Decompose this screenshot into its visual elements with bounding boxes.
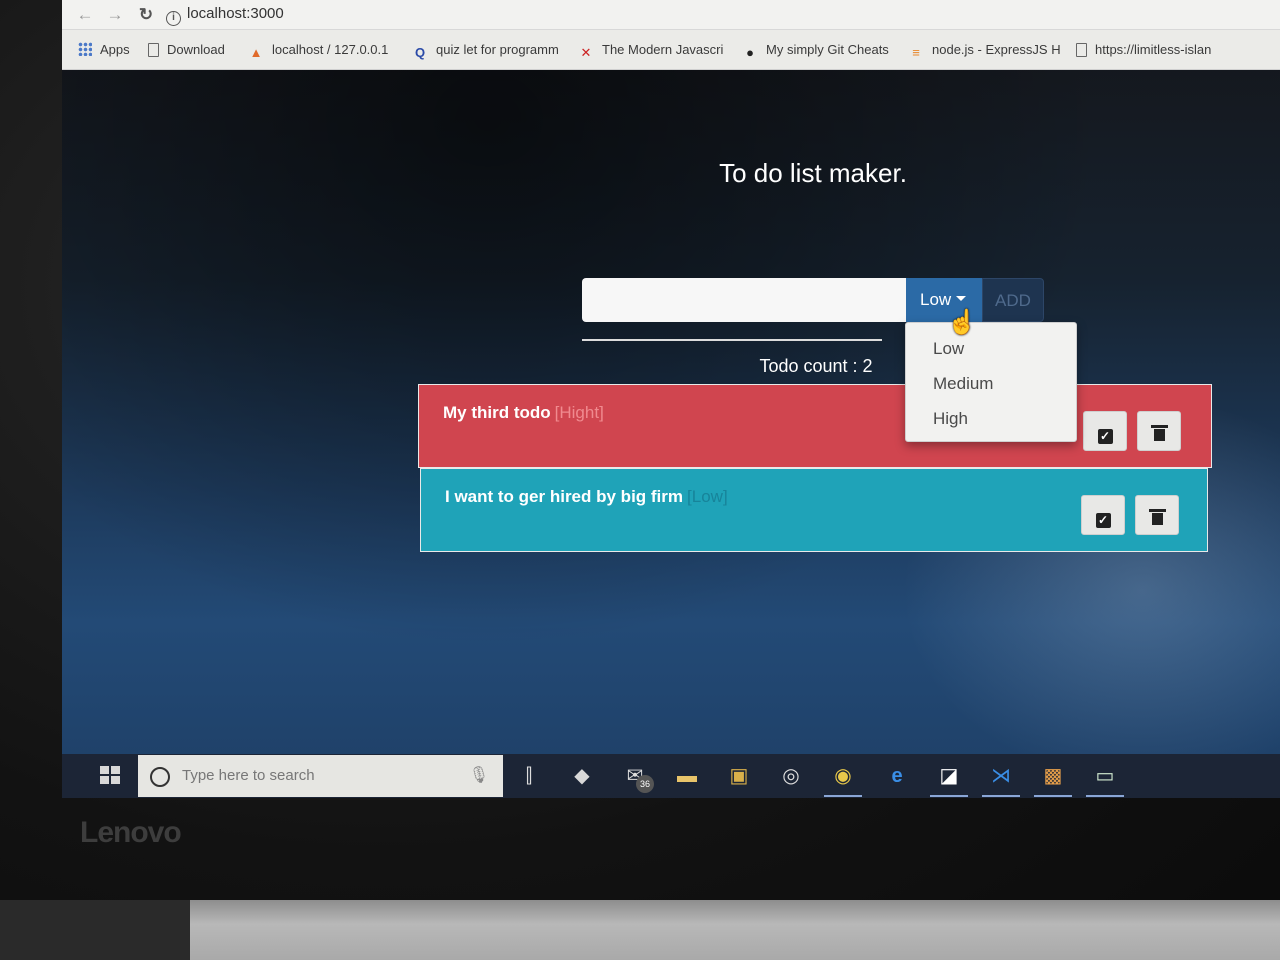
bookmark-apps[interactable]: Apps [78,40,148,60]
vscode-icon[interactable]: ⋊ [982,761,1020,797]
divider [582,339,882,341]
priority-option-medium[interactable]: Medium [906,366,1076,401]
app-icon[interactable]: ▭ [1086,761,1124,797]
reload-icon[interactable]: ↻ [135,4,157,26]
bookmark-quizlet[interactable]: Qquiz let for programm [412,40,564,60]
bookmarks-bar: Apps Download ▲ localhost / 127.0.0.1 Qqu… [62,30,1280,70]
todo-input[interactable] [582,278,906,322]
delete-button[interactable] [1137,411,1181,451]
priority-option-high[interactable]: High [906,401,1076,436]
search-placeholder: Type here to search [182,767,315,784]
bookmark-label: https://limitless-islan [1095,42,1212,57]
cortana-icon [150,767,170,787]
add-button[interactable]: ADD [982,278,1044,322]
bookmark-label: Apps [100,42,130,57]
edge-icon[interactable]: e [882,761,912,791]
complete-button[interactable]: ✓ [1081,495,1125,535]
bookmark-label: My simply Git Cheats [766,42,889,57]
page-icon [1076,43,1087,57]
taskbar-search[interactable]: Type here to search 🎙 [138,755,503,797]
github-icon: ● [746,45,754,60]
bookmark-label: localhost / 127.0.0.1 [272,42,389,57]
bookmark-label: node.js - ExpressJS H [932,42,1060,57]
url-text: localhost:3000 [187,5,284,22]
delete-button[interactable] [1135,495,1179,535]
todo-title: I want to ger hired by big firm [445,487,684,506]
git-icon[interactable]: ◆ [567,761,597,791]
trash-icon [1150,425,1168,441]
priority-dropdown-menu: Low Medium High [905,322,1077,442]
todo-list: My third todo [Hight] ✓ I want to ger hir… [418,384,1212,552]
settings-icon[interactable]: ◎ [776,761,806,791]
javascript-icon: ✕ [580,45,592,60]
trash-icon [1148,509,1166,525]
bookmark-localhost[interactable]: ▲ localhost / 127.0.0.1 [248,40,398,60]
bookmark-expressjs[interactable]: ≡ node.js - ExpressJS H [908,40,1060,60]
page-icon [148,43,159,57]
stackoverflow-icon: ≡ [912,45,920,60]
microphone-icon[interactable]: 🎙 [469,755,489,797]
phpmyadmin-icon: ▲ [249,45,263,60]
mail-badge: 36 [636,775,654,793]
store-icon[interactable]: ▣ [724,761,754,791]
todo-count: Todo count : 2 [759,356,873,376]
todo-text: My third todo [Hight] [443,403,604,423]
todo-item: My third todo [Hight] ✓ [418,384,1212,468]
sticky-notes-icon[interactable]: ◪ [930,761,968,797]
todo-title: My third todo [443,403,551,422]
page-title: To do list maker. [719,158,907,188]
todo-item: I want to ger hired by big firm [Low] ✓ [420,468,1208,552]
file-explorer-icon[interactable]: ▬ [672,761,702,791]
complete-button[interactable]: ✓ [1083,411,1127,451]
xampp-icon[interactable]: ▩ [1034,761,1072,797]
laptop-base [0,900,1280,960]
windows-start-icon[interactable] [100,766,122,786]
bookmark-git-cheats[interactable]: ● My simply Git Cheats [742,40,894,60]
info-icon[interactable]: i [166,11,181,26]
browser-toolbar: ← → ↻ i localhost:3000 [62,0,1280,30]
todo-priority-label: [Hight] [554,403,604,422]
priority-option-low[interactable]: Low [906,331,1076,366]
bookmark-label: Download [167,42,225,57]
back-icon[interactable]: ← [74,4,96,26]
todo-text: I want to ger hired by big firm [Low] [445,487,728,507]
hand-cursor-icon: ☝ [947,309,977,336]
bookmark-label: The Modern Javascri [602,42,724,57]
bookmark-modern-javascript[interactable]: ✕ The Modern Javascri [578,40,728,60]
todo-priority-label: [Low] [687,487,728,506]
check-icon: ✓ [1097,429,1113,444]
mail-icon[interactable]: ✉ 36 [620,761,654,793]
caret-down-icon [956,296,967,301]
taskbar: Type here to search 🎙 ⫿ ◆ ✉ 36 ▬ ▣ ◎ ◉ e … [62,754,1280,798]
address-bar[interactable]: i localhost:3000 [166,2,1276,26]
chrome-icon[interactable]: ◉ [824,761,862,797]
bookmark-label: quiz let for programm [436,42,559,57]
forward-icon[interactable]: → [104,4,126,26]
bookmark-limitless-island[interactable]: https://limitless-islan [1076,40,1236,60]
priority-selected-label: Low [920,290,952,309]
lenovo-logo: Lenovo [80,816,182,849]
apps-grid-icon [78,42,92,56]
task-view-icon[interactable]: ⫿ [514,761,544,791]
bookmark-download[interactable]: Download [148,40,248,60]
quizlet-icon: Q [414,45,426,60]
check-icon: ✓ [1095,513,1111,528]
